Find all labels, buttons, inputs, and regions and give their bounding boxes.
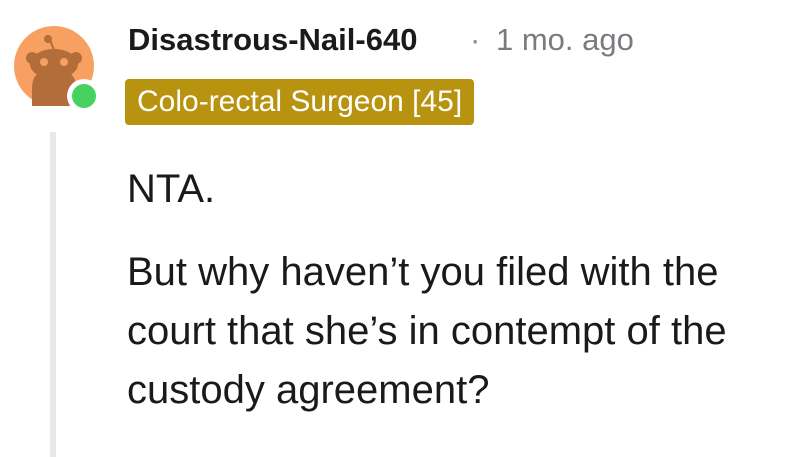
avatar[interactable] xyxy=(14,26,101,113)
comment-body: NTA. But why haven’t you filed with the … xyxy=(127,160,787,420)
online-status-icon xyxy=(67,79,101,113)
timestamp[interactable]: 1 mo. ago xyxy=(496,22,634,58)
user-flair: Colo-rectal Surgeon [45] xyxy=(125,79,475,125)
comment-paragraph: NTA. xyxy=(127,167,216,211)
comment-paragraph: But why haven’t you filed with the court… xyxy=(127,250,727,412)
thread-line[interactable] xyxy=(50,132,56,457)
separator-dot: · xyxy=(470,22,481,57)
username-link[interactable]: Disastrous-Nail-640 xyxy=(128,22,417,58)
